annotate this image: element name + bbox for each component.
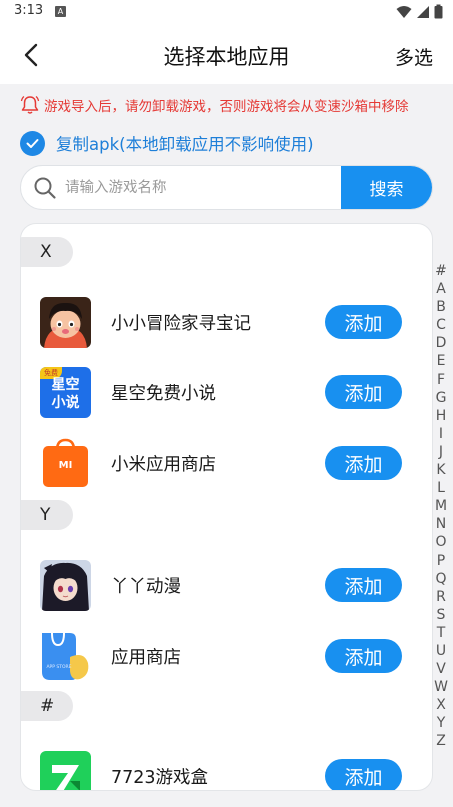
app-name: 应用商店 — [111, 648, 181, 668]
index-letter[interactable]: G — [432, 389, 450, 407]
wifi-icon — [396, 5, 412, 18]
index-letter[interactable]: Q — [432, 570, 450, 588]
cartoon-boy-icon — [40, 297, 91, 348]
app-name: 小米应用商店 — [111, 455, 216, 475]
index-letter[interactable]: F — [432, 371, 450, 389]
nav-bar: 选择本地应用 多选 — [0, 26, 453, 84]
index-letter[interactable]: W — [432, 678, 450, 696]
index-letter[interactable]: B — [432, 298, 450, 316]
bottom-edge — [0, 797, 453, 807]
index-letter[interactable]: J — [432, 443, 450, 461]
checkmark-icon — [26, 138, 39, 148]
copy-apk-checkbox[interactable] — [20, 130, 45, 156]
index-letter[interactable]: X — [432, 696, 450, 714]
section-header-x: X — [21, 237, 73, 267]
icon-text-bottom: 小说 — [51, 395, 80, 411]
add-button[interactable]: 添加 — [325, 446, 402, 480]
app-store-bag-icon: APP STORE — [40, 631, 91, 682]
index-letter[interactable]: K — [432, 461, 450, 479]
add-button[interactable]: 添加 — [325, 375, 402, 409]
section-header-hash: # — [21, 691, 73, 721]
section-header-y: Y — [21, 500, 73, 530]
warning-text: 游戏导入后，请勿卸载游戏，否则游戏将会从变速沙箱中移除 — [44, 99, 409, 115]
status-icons — [396, 4, 443, 19]
index-letter[interactable]: # — [432, 262, 450, 280]
index-letter[interactable]: V — [432, 660, 450, 678]
index-letter[interactable]: R — [432, 588, 450, 606]
list-item: APP STORE 应用商店 添加 — [21, 629, 432, 683]
mi-logo-text: MI — [58, 460, 73, 471]
page-title: 选择本地应用 — [163, 45, 290, 69]
index-letter[interactable]: D — [432, 334, 450, 352]
add-button[interactable]: 添加 — [325, 639, 402, 673]
search-button[interactable]: 搜索 — [341, 166, 432, 209]
mi-store-icon: MI — [40, 438, 91, 489]
index-letter[interactable]: P — [432, 552, 450, 570]
index-letter[interactable]: U — [432, 642, 450, 660]
list-item: 免费 星空 小说 星空免费小说 添加 — [21, 365, 432, 419]
index-letter[interactable]: Y — [432, 714, 450, 732]
index-letter[interactable]: I — [432, 425, 450, 443]
status-time: 3:13 — [14, 3, 44, 18]
copy-apk-option[interactable]: 复制apk(本地卸载应用不影响使用) — [20, 130, 314, 156]
bell-icon — [20, 95, 40, 114]
search-icon — [34, 177, 56, 199]
search-input[interactable] — [65, 166, 335, 209]
add-button[interactable]: 添加 — [325, 759, 402, 790]
list-item: 丫丫动漫 添加 — [21, 558, 432, 612]
alphabet-index-bar[interactable]: # A B C D E F G H I J K L M N O P Q R S T U V W X Y Z — [432, 262, 450, 751]
index-letter[interactable]: N — [432, 515, 450, 533]
search-bar: 搜索 — [20, 165, 433, 210]
index-letter[interactable]: E — [432, 352, 450, 370]
index-letter[interactable]: H — [432, 407, 450, 425]
index-letter[interactable]: M — [432, 497, 450, 515]
multi-select-button[interactable]: 多选 — [395, 43, 433, 70]
status-bar: 3:13 A — [0, 0, 453, 26]
index-letter[interactable]: L — [432, 479, 450, 497]
anime-girl-icon — [40, 560, 91, 611]
app-name: 小小冒险家寻宝记 — [111, 314, 251, 334]
add-button[interactable]: 添加 — [325, 305, 402, 339]
list-item: 小小冒险家寻宝记 添加 — [21, 295, 432, 349]
copy-apk-label: 复制apk(本地卸载应用不影响使用) — [56, 135, 314, 154]
index-letter[interactable]: T — [432, 624, 450, 642]
app-list[interactable]: X 小小冒险家寻宝记 添加 免费 星空 小说 星空免费小说 添加 MI 小米应用… — [20, 223, 433, 791]
index-letter[interactable]: O — [432, 533, 450, 551]
app-name: 7723游戏盒 — [111, 768, 209, 788]
index-letter[interactable]: Z — [432, 732, 450, 750]
icon-text-top: 星空 — [51, 377, 80, 393]
signal-icon — [417, 5, 429, 18]
game-box-icon — [40, 751, 91, 790]
index-letter[interactable]: A — [432, 280, 450, 298]
index-letter[interactable]: S — [432, 606, 450, 624]
app-name: 星空免费小说 — [111, 384, 216, 404]
index-letter[interactable]: C — [432, 316, 450, 334]
list-item: MI 小米应用商店 添加 — [21, 436, 432, 490]
app-name: 丫丫动漫 — [111, 577, 181, 597]
warning-banner: 游戏导入后，请勿卸载游戏，否则游戏将会从变速沙箱中移除 — [20, 94, 409, 116]
battery-icon — [434, 4, 443, 19]
list-item: 7723游戏盒 添加 — [21, 749, 432, 790]
add-button[interactable]: 添加 — [325, 568, 402, 602]
notification-icon: A — [55, 6, 66, 17]
xingkong-novel-icon: 免费 星空 小说 — [40, 367, 91, 418]
app-store-icon-text: APP STORE — [46, 665, 72, 670]
